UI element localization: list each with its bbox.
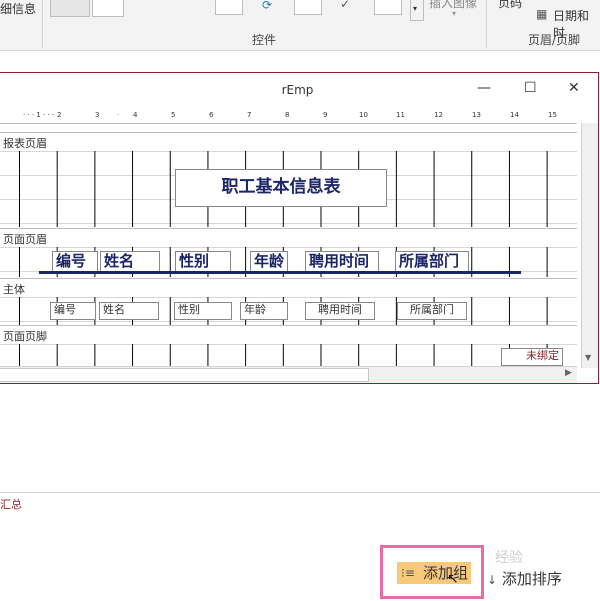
summary-label: 汇总 [0, 498, 22, 511]
report-title-label[interactable]: 职工基本信息表 [175, 169, 387, 207]
control-gallery-item[interactable] [92, 0, 124, 17]
ruler-number: 13 [472, 111, 481, 119]
ruler-number: 6 [209, 111, 214, 119]
scroll-down-icon[interactable]: ▼ [585, 353, 591, 362]
ribbon: 细信息 ⟳ ✓ ▾ 插入图像 ▾ 控件 页码 ▦ 日期和时 页眉/页脚 [0, 0, 600, 51]
control-gallery-item[interactable] [215, 0, 243, 15]
section-bar-detail[interactable]: 主体 [0, 278, 577, 298]
link-icon[interactable]: ⟳ [262, 0, 272, 12]
horizontal-scrollbar[interactable]: ▶ [0, 366, 577, 383]
section-bar-page-footer[interactable]: 页面页脚 [0, 325, 577, 345]
group-icon: ⁝≡ [401, 566, 415, 580]
header-label-age[interactable]: 年龄 [250, 251, 288, 273]
horizontal-ruler: · · · 1 · · · 2 3 4 5 6 7 8 9 10 11 12 1… [0, 109, 577, 124]
ruler-number: 7 [247, 111, 252, 119]
header-label-id[interactable]: 编号 [52, 251, 98, 273]
mouse-cursor-icon: ↖ [447, 571, 459, 587]
section-label: 页面页脚 [3, 330, 47, 343]
control-gallery-item[interactable] [374, 0, 402, 15]
ruler-number: 12 [434, 111, 443, 119]
ruler-number: 5 [171, 111, 176, 119]
add-group-button[interactable]: ⁝≡ 添加组 ↖ [397, 562, 471, 587]
maximize-icon[interactable]: ☐ [524, 80, 537, 96]
minimize-icon[interactable]: — [477, 80, 491, 96]
detail-field-hire-date[interactable]: 聘用时间 [305, 302, 375, 320]
add-sort-button[interactable]: ↓ 添加排序 [487, 568, 562, 589]
detail-field-id[interactable]: 编号 [50, 302, 96, 320]
add-group-label: 添加组 [423, 564, 469, 582]
ribbon-separator [42, 0, 43, 48]
chevron-down-icon: ▾ [413, 4, 418, 13]
header-underline[interactable] [39, 271, 521, 274]
section-label: 主体 [3, 283, 25, 296]
highlight-box: ⁝≡ 添加组 ↖ [380, 545, 484, 599]
scroll-right-icon[interactable]: ▶ [565, 368, 572, 378]
unbound-textbox[interactable]: 未绑定 [501, 348, 563, 366]
detail-field-name[interactable]: 姓名 [99, 302, 159, 320]
ruler-number: 14 [510, 111, 519, 119]
detail-field-age[interactable]: 年龄 [240, 302, 288, 320]
watermark-text: 经验 [495, 550, 523, 566]
control-gallery[interactable] [50, 0, 90, 17]
header-footer-group-label: 页眉/页脚 [528, 33, 581, 47]
chevron-down-icon: ▾ [452, 9, 457, 18]
vertical-scrollbar[interactable]: ▼ [581, 123, 598, 368]
page-footer-grid[interactable] [0, 344, 577, 366]
calendar-icon: ▦ [536, 7, 548, 21]
ruler-number: 2 [57, 111, 62, 119]
ruler-number: 10 [359, 111, 368, 119]
ribbon-separator [486, 0, 487, 48]
sort-icon: ↓ [487, 573, 498, 587]
header-label-gender[interactable]: 性别 [175, 251, 231, 273]
window-titlebar[interactable]: rEmp — ☐ ✕ [0, 73, 598, 107]
controls-group-label: 控件 [252, 33, 277, 47]
section-bar-report-header[interactable]: 报表页眉 [0, 132, 577, 152]
header-label-name[interactable]: 姓名 [100, 251, 160, 273]
ruler-number: 9 [323, 111, 328, 119]
close-icon[interactable]: ✕ [568, 80, 580, 96]
section-bar-page-header[interactable]: 页面页眉 [0, 228, 577, 248]
ruler-number: 3 [95, 111, 100, 119]
section-label: 报表页眉 [3, 137, 47, 150]
report-design-window: rEmp — ☐ ✕ · · · 1 · · · 2 3 4 5 6 7 8 9… [0, 72, 599, 384]
control-gallery-item[interactable] [294, 0, 322, 15]
section-label: 页面页眉 [3, 233, 47, 246]
ruler-number: 11 [396, 111, 405, 119]
ribbon-cut-text: 细信息 [0, 2, 37, 16]
scrollbar-thumb[interactable] [0, 368, 369, 382]
header-label-hire-date[interactable]: 聘用时间 [305, 251, 379, 273]
gallery-more-button[interactable]: ▾ [410, 0, 424, 21]
ruler-number: 8 [285, 111, 290, 119]
ruler-number: 4 [133, 111, 138, 119]
detail-field-department[interactable]: 所属部门 [397, 302, 467, 320]
checkbox-control-icon[interactable]: ✓ [340, 0, 350, 11]
header-label-department[interactable]: 所属部门 [395, 251, 469, 273]
detail-field-gender[interactable]: 性别 [174, 302, 232, 320]
page-number-button[interactable]: 页码 [498, 0, 522, 11]
window-title: rEmp [281, 83, 314, 97]
ruler-number: 15 [548, 111, 557, 119]
add-sort-label: 添加排序 [501, 570, 562, 588]
